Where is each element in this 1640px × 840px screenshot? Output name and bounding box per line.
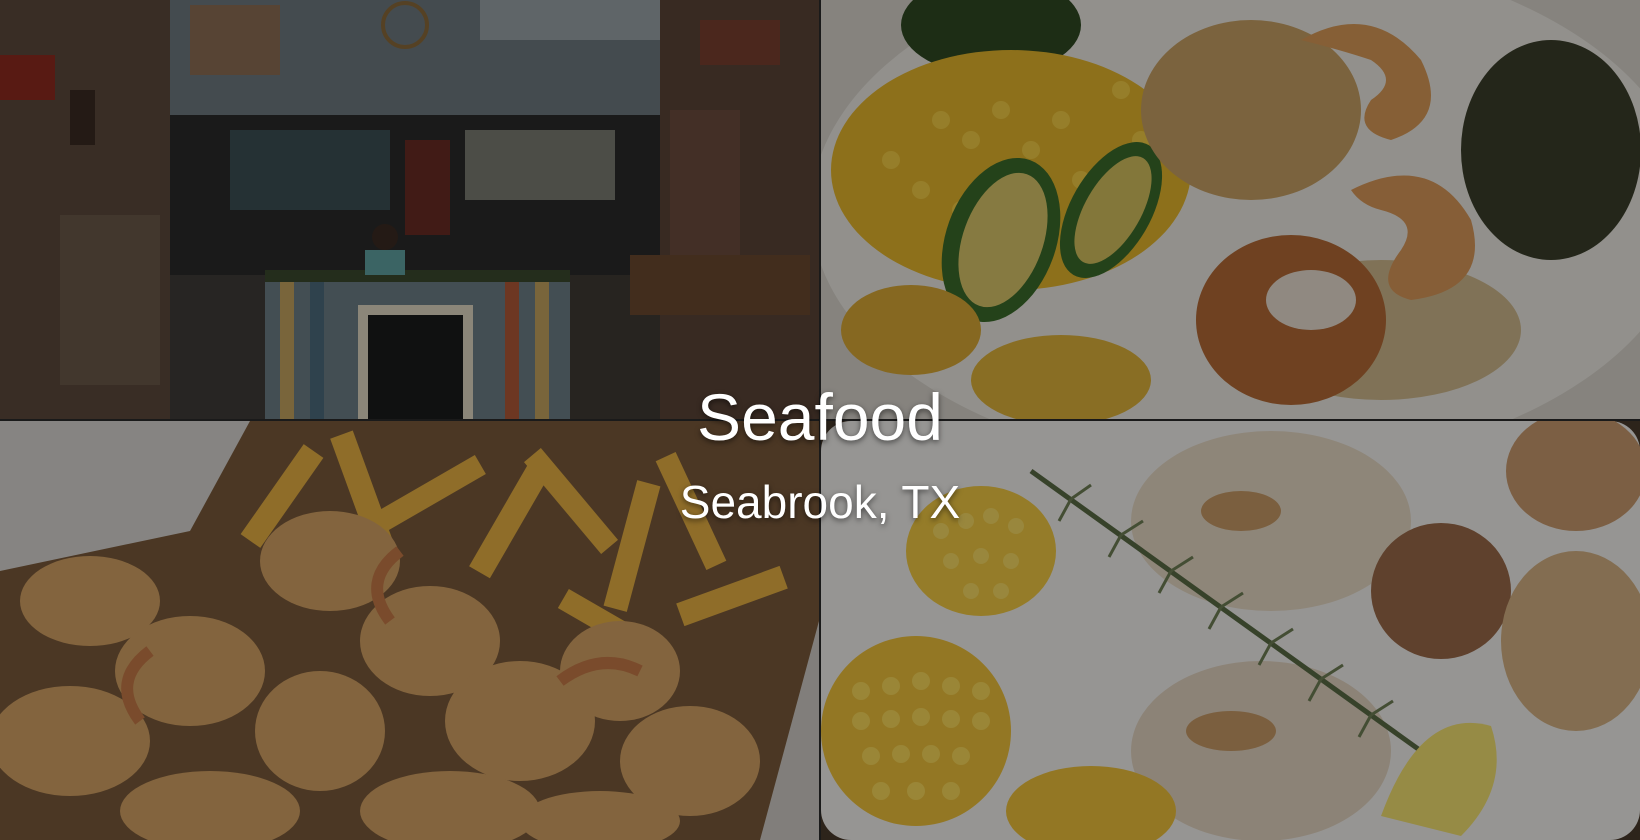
collage-title: Seafood xyxy=(697,380,943,454)
photo-collage: Seafood Seabrook, TX xyxy=(0,0,1640,840)
collage-subtitle: Seabrook, TX xyxy=(679,476,961,528)
